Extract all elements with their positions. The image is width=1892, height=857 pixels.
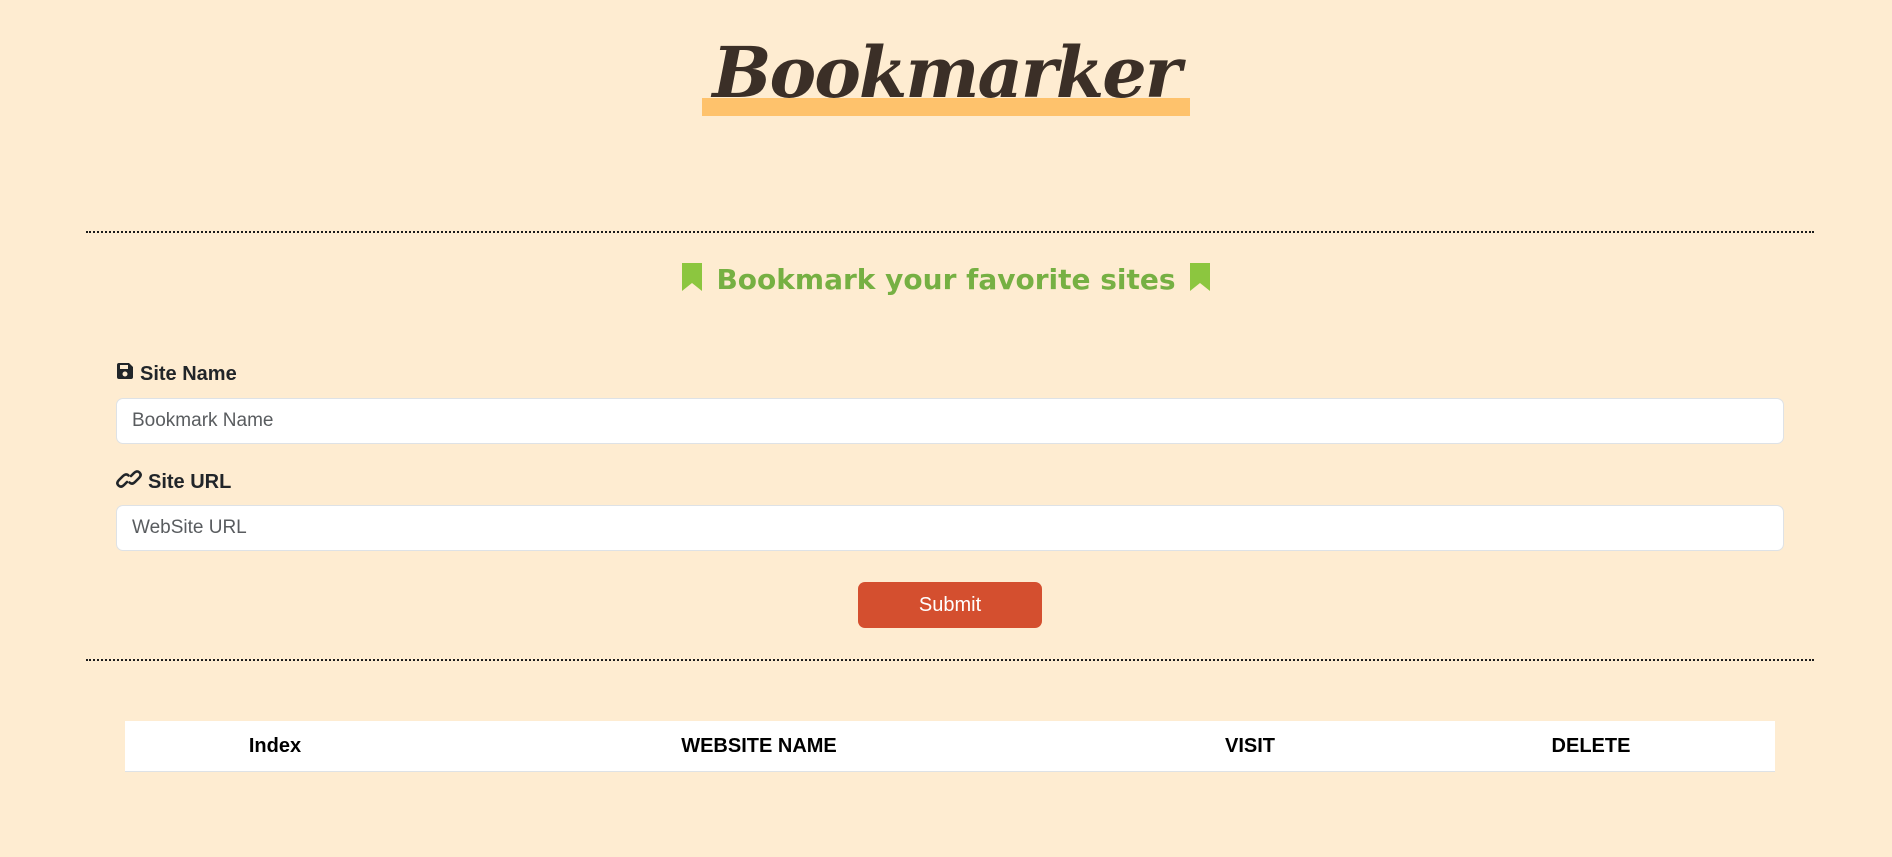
table-header-row: Index WEBSITE NAME VISIT DELETE [125,721,1775,772]
site-name-label: Site Name [116,362,237,386]
app-title: Bookmarker [702,30,1190,116]
header: Bookmarker [0,30,1892,116]
site-name-label-text: Site Name [140,363,237,385]
bookmark-icon [681,262,703,301]
site-url-input[interactable] [116,505,1784,551]
site-name-input[interactable] [116,398,1784,444]
bookmark-icon [1189,262,1211,301]
column-header-delete: DELETE [1551,734,1631,757]
subtitle-text: Bookmark your favorite sites [716,263,1176,296]
bookmarks-table: Index WEBSITE NAME VISIT DELETE [125,721,1775,772]
page: Bookmarker Bookmark your favorite sites … [0,0,1892,857]
top-divider [86,231,1814,233]
site-url-label-text: Site URL [148,471,232,493]
bottom-divider [86,659,1814,661]
column-header-website-name: WEBSITE NAME [681,734,837,757]
submit-button[interactable]: Submit [858,582,1042,628]
site-url-label: Site URL [116,469,231,495]
column-header-visit: VISIT [1224,734,1275,757]
form-subtitle: Bookmark your favorite sites [0,262,1892,301]
link-icon [116,469,142,495]
floppy-disk-icon [116,362,134,386]
column-header-index: Index [248,734,302,757]
